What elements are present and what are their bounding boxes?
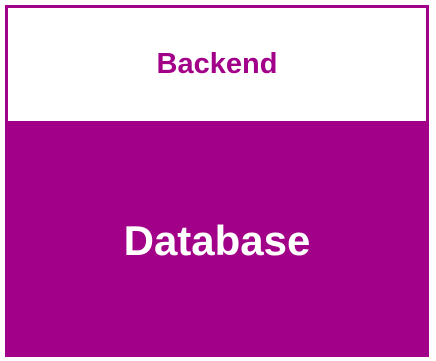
- component-body: Database: [8, 121, 426, 354]
- component-header: Backend: [8, 8, 426, 121]
- component-title: Backend: [156, 48, 278, 80]
- component-body-label: Database: [123, 216, 311, 264]
- component-frame: Backend Database: [5, 5, 429, 357]
